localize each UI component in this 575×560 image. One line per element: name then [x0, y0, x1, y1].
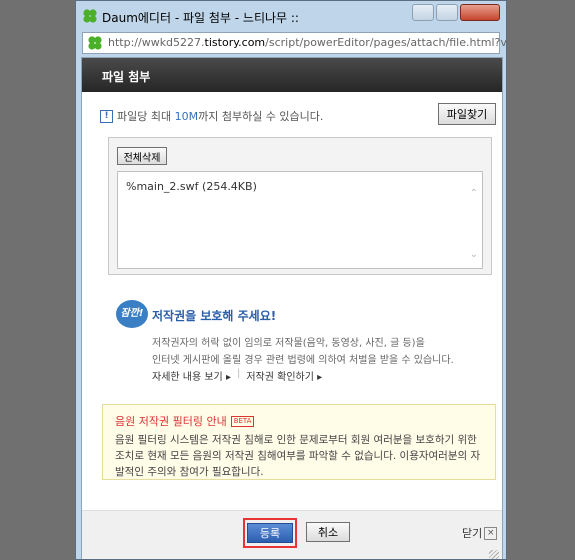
- title-bar[interactable]: Daum에디터 - 파일 첨부 - 느티나무 ::: [76, 1, 506, 31]
- daum-clover-icon: [83, 9, 97, 23]
- wait-speech-bubble-icon: 잠깐!: [116, 300, 148, 328]
- copyright-desc-line2: 인터넷 게시판에 올릴 경우 관련 법령에 의하여 처벌을 받을 수 있습니다.: [152, 355, 454, 366]
- find-file-button[interactable]: 파일찾기: [438, 103, 496, 125]
- url-text: http://wwkd5227.tistory.com/script/power…: [108, 36, 507, 49]
- file-list-panel: 전체삭제 %main_2.swf (254.4KB) ⌃ ⌄: [108, 137, 492, 275]
- window-close-button[interactable]: [460, 4, 500, 21]
- info-text: 파일당 최대 10M까지 첨부하실 수 있습니다.: [117, 110, 324, 123]
- submit-highlight: 등록: [243, 518, 297, 548]
- link-divider: |: [236, 368, 241, 379]
- scroll-down-icon[interactable]: ⌄: [470, 249, 478, 260]
- copyright-desc-line1: 저작권자의 허락 없이 임의로 저작물(음악, 동영상, 사진, 글 등)을: [152, 338, 425, 349]
- site-favicon-icon: [88, 36, 102, 50]
- beta-badge: BETA: [230, 415, 255, 427]
- info-icon: !: [100, 109, 113, 123]
- check-copyright-link[interactable]: 저작권 확인하기 ▸: [246, 368, 322, 383]
- window-title: Daum에디터 - 파일 첨부 - 느티나무 ::: [102, 11, 299, 25]
- panel-header: 파일 첨부: [82, 58, 502, 92]
- close-link[interactable]: 닫기 ×: [462, 525, 498, 541]
- resize-grip[interactable]: [489, 550, 499, 559]
- submit-button[interactable]: 등록: [247, 523, 293, 543]
- cancel-button[interactable]: 취소: [306, 522, 350, 542]
- file-list[interactable]: %main_2.swf (254.4KB) ⌃ ⌄: [117, 171, 483, 269]
- page-content: 파일 첨부 ! 파일당 최대 10M까지 첨부하실 수 있습니다. 파일찾기 전…: [81, 57, 503, 559]
- file-size-info: ! 파일당 최대 10M까지 첨부하실 수 있습니다.: [100, 108, 323, 124]
- button-bar: 등록 취소 닫기 ×: [82, 510, 502, 559]
- address-bar[interactable]: http://wwkd5227.tistory.com/script/power…: [82, 32, 506, 54]
- music-filter-notice: 음원 저작권 필터링 안내 BETA 음원 필터링 시스템은 저작권 침해로 인…: [102, 404, 496, 480]
- scroll-up-icon[interactable]: ⌃: [470, 188, 478, 199]
- copyright-links: 자세한 내용 보기 ▸ | 저작권 확인하기 ▸: [152, 368, 322, 383]
- notice-body: 음원 필터링 시스템은 저작권 침해로 인한 문제로부터 회원 여러분을 보호하…: [115, 434, 481, 478]
- copyright-title: 저작권을 보호해 주세요!: [152, 309, 277, 323]
- delete-all-button[interactable]: 전체삭제: [117, 147, 167, 165]
- list-item[interactable]: %main_2.swf (254.4KB): [126, 180, 257, 193]
- maximize-button[interactable]: [436, 4, 458, 21]
- close-icon[interactable]: ×: [484, 526, 498, 540]
- details-link[interactable]: 자세한 내용 보기 ▸: [152, 368, 231, 383]
- notice-title: 음원 저작권 필터링 안내 BETA: [115, 413, 255, 429]
- popup-window: Daum에디터 - 파일 첨부 - 느티나무 :: http://wwkd522…: [75, 0, 507, 560]
- panel-title: 파일 첨부: [102, 70, 151, 84]
- minimize-button[interactable]: [412, 4, 434, 21]
- window-controls: [412, 4, 500, 21]
